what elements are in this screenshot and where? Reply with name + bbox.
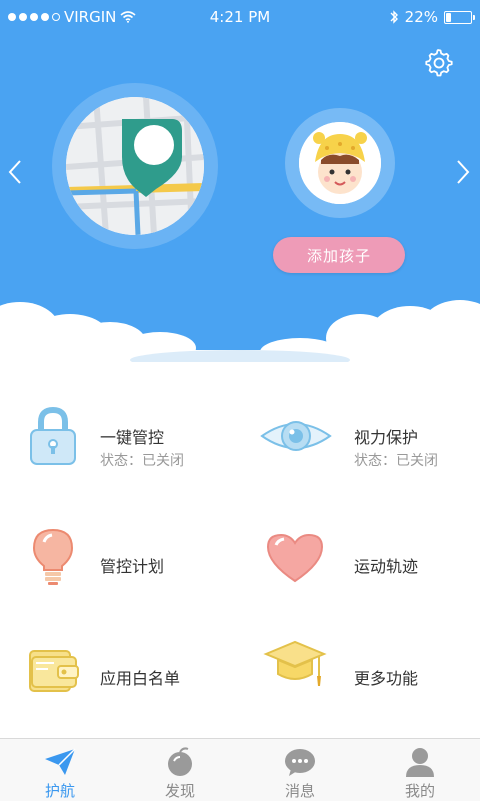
feature-grid: 一键管控 状态：已关闭 视力保护 状态：已关闭 管控计划 运动轨迹 应用白名单 …: [0, 362, 480, 738]
tab-label: 发现: [164, 782, 195, 800]
feature-motion-track[interactable]: 运动轨迹: [240, 498, 480, 608]
feature-label: 视力保护: [354, 428, 419, 447]
child-face-icon: [299, 122, 381, 204]
graduation-cap-icon: [263, 640, 327, 686]
tab-me[interactable]: 我的: [360, 739, 480, 801]
feature-one-key-control[interactable]: 一键管控 状态：已关闭: [0, 382, 240, 492]
map-thumbnail: [66, 97, 204, 235]
battery-percent: 22%: [404, 8, 438, 26]
battery-icon: [444, 10, 475, 24]
bottom-tab-bar: 护航 发现 消息 我的: [0, 738, 480, 801]
feature-label: 一键管控: [100, 428, 165, 447]
eye-icon: [260, 421, 332, 451]
lock-icon: [30, 406, 76, 465]
tab-label: 消息: [284, 782, 315, 800]
feature-vision-protection[interactable]: 视力保护 状态：已关闭: [240, 382, 480, 492]
tab-messages[interactable]: 消息: [240, 739, 360, 801]
tab-label: 我的: [404, 782, 435, 800]
person-icon: [406, 748, 434, 777]
paper-plane-icon: [45, 748, 76, 775]
hero-banner: VIRGIN 4:21 PM 22% 添加孩子: [0, 0, 480, 362]
location-map-button[interactable]: [52, 83, 218, 249]
feature-app-whitelist[interactable]: 应用白名单: [0, 610, 240, 720]
child-avatar-button[interactable]: [285, 108, 395, 218]
chevron-right-icon[interactable]: [450, 155, 474, 189]
feature-control-plan[interactable]: 管控计划: [0, 498, 240, 608]
feature-label: 管控计划: [100, 557, 165, 576]
feature-more[interactable]: 更多功能: [240, 610, 480, 720]
battery-status: 22%: [389, 8, 475, 26]
feature-label: 更多功能: [354, 669, 419, 688]
tab-label: 护航: [44, 782, 75, 800]
heart-icon: [266, 533, 324, 583]
feature-status: 状态：已关闭: [354, 453, 438, 469]
feature-label: 应用白名单: [100, 669, 181, 688]
map-pin-icon: [66, 97, 204, 235]
chat-icon: [285, 749, 315, 776]
lightbulb-icon: [32, 528, 74, 585]
wallet-icon: [29, 650, 79, 692]
chevron-left-icon[interactable]: [4, 155, 28, 189]
tab-escort[interactable]: 护航: [0, 739, 120, 801]
bluetooth-icon: [390, 10, 398, 24]
add-child-button[interactable]: 添加孩子: [273, 237, 405, 273]
status-bar: VIRGIN 4:21 PM 22%: [0, 0, 480, 32]
clouds-decoration: [0, 300, 480, 362]
tab-discover[interactable]: 发现: [120, 739, 240, 801]
gear-icon[interactable]: [422, 46, 454, 78]
child-avatar: [299, 122, 381, 204]
discover-icon: [168, 747, 192, 776]
feature-status: 状态：已关闭: [100, 453, 184, 469]
feature-label: 运动轨迹: [354, 557, 419, 576]
